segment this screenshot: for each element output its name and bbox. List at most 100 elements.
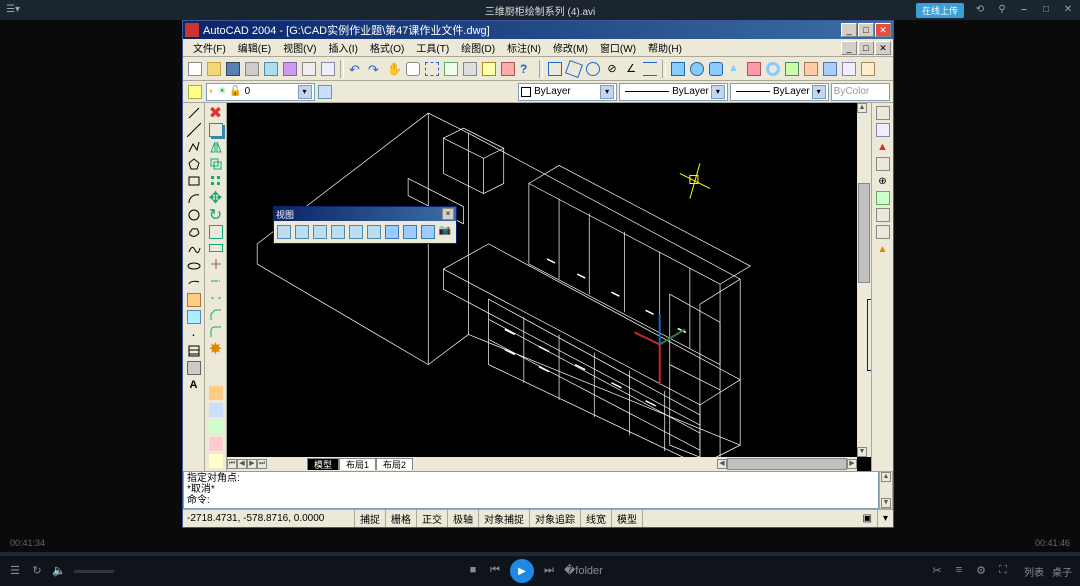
revcloud-icon[interactable] bbox=[185, 224, 203, 240]
array-icon[interactable] bbox=[207, 173, 225, 189]
copy-icon[interactable] bbox=[319, 60, 337, 78]
menu-draw[interactable]: 绘图(D) bbox=[455, 39, 501, 56]
tab-model[interactable]: 模型 bbox=[307, 458, 339, 470]
command-line[interactable]: 指定对角点: *取消* 命令: bbox=[183, 471, 879, 509]
ucs-obj-icon[interactable] bbox=[207, 436, 225, 452]
ortho-toggle[interactable]: 正交 bbox=[417, 510, 448, 527]
preview-icon[interactable] bbox=[262, 60, 280, 78]
orbit-adjust-icon[interactable]: ✖ bbox=[870, 356, 871, 372]
bottom-label-2[interactable]: 桌子 bbox=[1052, 564, 1072, 579]
view-left-icon[interactable] bbox=[312, 223, 329, 241]
publish-icon[interactable] bbox=[281, 60, 299, 78]
distance-icon[interactable] bbox=[874, 105, 892, 121]
erase-icon[interactable]: ✖ bbox=[207, 105, 225, 121]
view-toolbar[interactable]: 视图 × 📷 bbox=[273, 206, 457, 244]
mtext-icon[interactable]: A bbox=[185, 377, 203, 393]
tab-last-icon[interactable]: ⏭ bbox=[257, 459, 267, 469]
break-icon[interactable] bbox=[207, 290, 225, 306]
dim-diameter-icon[interactable]: ⊘ bbox=[603, 60, 621, 78]
hatch-icon[interactable] bbox=[185, 343, 203, 359]
explode-icon[interactable]: ✸ bbox=[207, 341, 225, 357]
ucs-prev-icon[interactable] bbox=[207, 402, 225, 418]
view-top-icon[interactable] bbox=[276, 223, 293, 241]
new-icon[interactable] bbox=[186, 60, 204, 78]
insert-block-icon[interactable] bbox=[185, 292, 203, 308]
calc-icon[interactable]: ▲ bbox=[874, 241, 892, 257]
layer-manager-icon[interactable] bbox=[186, 83, 204, 101]
volume-slider[interactable] bbox=[74, 570, 114, 573]
offset-icon[interactable] bbox=[207, 156, 225, 172]
lwt-toggle[interactable]: 线宽 bbox=[581, 510, 612, 527]
cmd-scrollbar[interactable]: ▲ ▼ bbox=[879, 471, 893, 509]
spline-icon[interactable] bbox=[185, 241, 203, 257]
menu-view[interactable]: 视图(V) bbox=[277, 39, 322, 56]
scroll-up-icon[interactable]: ▲ bbox=[857, 103, 867, 113]
player-menu-icon[interactable]: ☰▾ bbox=[6, 4, 18, 16]
revolve-icon[interactable] bbox=[802, 60, 820, 78]
view-ne-iso-icon[interactable] bbox=[419, 223, 436, 241]
status-menu-icon[interactable]: ▾ bbox=[878, 510, 893, 527]
dim-radius-icon[interactable] bbox=[584, 60, 602, 78]
copy-obj-icon[interactable] bbox=[207, 122, 225, 138]
polar-toggle[interactable]: 极轴 bbox=[448, 510, 479, 527]
tray-icon[interactable]: ▣ bbox=[858, 510, 878, 527]
cmd-scroll-down-icon[interactable]: ▼ bbox=[881, 498, 891, 508]
design-center-icon[interactable] bbox=[480, 60, 498, 78]
list-icon[interactable] bbox=[874, 156, 892, 172]
solid-sphere-icon[interactable] bbox=[688, 60, 706, 78]
hscroll-left-icon[interactable]: ◀ bbox=[717, 459, 727, 469]
otrack-toggle[interactable]: 对象追踪 bbox=[530, 510, 581, 527]
xline-icon[interactable] bbox=[185, 122, 203, 138]
player-min-icon[interactable]: ⎯ bbox=[1018, 4, 1030, 16]
menu-modify[interactable]: 修改(M) bbox=[547, 39, 594, 56]
snap-toggle[interactable]: 捕捉 bbox=[355, 510, 386, 527]
chamfer-icon[interactable] bbox=[207, 307, 225, 323]
open-icon[interactable] bbox=[205, 60, 223, 78]
status-icon[interactable] bbox=[874, 207, 892, 223]
osnap-toggle[interactable]: 对象捕捉 bbox=[479, 510, 530, 527]
view-camera-icon[interactable]: 📷 bbox=[437, 223, 454, 241]
view-se-iso-icon[interactable] bbox=[401, 223, 418, 241]
cad-close-button[interactable]: ✕ bbox=[875, 23, 891, 37]
solid-box-icon[interactable] bbox=[669, 60, 687, 78]
open-file-icon[interactable]: �folder bbox=[564, 564, 578, 578]
player-sync-icon[interactable]: ⟲ bbox=[974, 4, 986, 16]
solid-cylinder-icon[interactable] bbox=[707, 60, 725, 78]
playlist-icon[interactable]: ☰ bbox=[8, 564, 22, 578]
doc-min-button[interactable]: _ bbox=[841, 41, 857, 55]
zoom-window-icon[interactable] bbox=[423, 60, 441, 78]
print-icon[interactable] bbox=[243, 60, 261, 78]
bottom-label-1[interactable]: 列表 bbox=[1024, 564, 1044, 579]
region-icon[interactable] bbox=[185, 360, 203, 376]
move-icon[interactable]: ✥ bbox=[207, 190, 225, 206]
rectangle-icon[interactable] bbox=[185, 173, 203, 189]
vscroll-thumb[interactable] bbox=[858, 183, 870, 283]
dim-aligned-icon[interactable] bbox=[565, 60, 583, 78]
menu-tools[interactable]: 工具(T) bbox=[410, 39, 455, 56]
setvar-icon[interactable] bbox=[874, 224, 892, 240]
layer-combo[interactable]: ◐ ☀ 🔓 0 ▾ bbox=[206, 83, 315, 101]
menu-format[interactable]: 格式(O) bbox=[364, 39, 410, 56]
area-icon[interactable] bbox=[874, 122, 892, 138]
stop-icon[interactable]: ■ bbox=[466, 564, 480, 578]
player-pin-icon[interactable]: ⚲ bbox=[996, 4, 1008, 16]
cut-icon[interactable] bbox=[300, 60, 318, 78]
subtitle-icon[interactable]: ≡ bbox=[952, 564, 966, 578]
redo-icon[interactable]: ↷ bbox=[366, 60, 384, 78]
tab-layout1[interactable]: 布局1 bbox=[339, 458, 376, 470]
polygon-icon[interactable] bbox=[185, 156, 203, 172]
upload-badge[interactable]: 在线上传 bbox=[916, 3, 964, 18]
layer-prev-icon[interactable] bbox=[317, 83, 335, 101]
section-icon[interactable] bbox=[840, 60, 858, 78]
ellipse-icon[interactable] bbox=[185, 258, 203, 274]
scroll-down-icon[interactable]: ▼ bbox=[857, 447, 867, 457]
menu-file[interactable]: 文件(F) bbox=[187, 39, 232, 56]
view-bottom-icon[interactable] bbox=[294, 223, 311, 241]
circle-icon[interactable] bbox=[185, 207, 203, 223]
drawing-canvas[interactable]: 视图 × 📷 ▲ bbox=[227, 103, 871, 471]
tab-prev-icon[interactable]: ◀ bbox=[237, 459, 247, 469]
menu-dimension[interactable]: 标注(N) bbox=[501, 39, 547, 56]
float-close-icon[interactable]: × bbox=[442, 208, 454, 220]
hscroll-thumb[interactable] bbox=[727, 458, 847, 470]
zoom-rt-icon[interactable] bbox=[404, 60, 422, 78]
